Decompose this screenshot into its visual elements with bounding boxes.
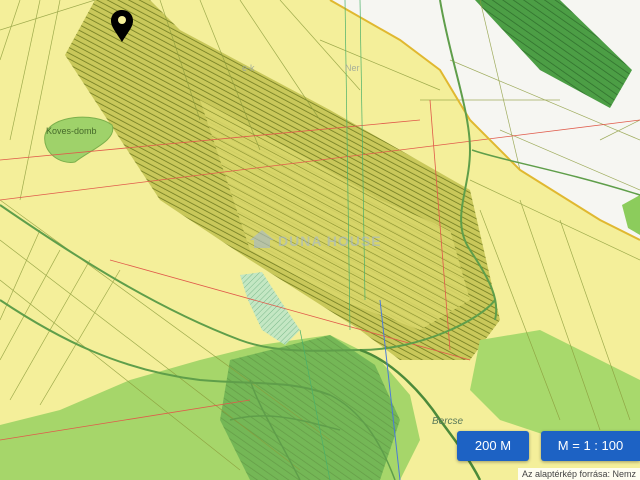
map-text-ek: e-k: [242, 63, 255, 73]
place-label-bercse: Bercse: [432, 416, 464, 427]
scale-ratio-button[interactable]: M = 1 : 100: [541, 431, 640, 461]
map-attribution: Az alaptérkép forrása: Nemz: [517, 468, 640, 480]
watermark-text: DUNA HOUSE: [278, 233, 382, 249]
place-label-koves-domb: Koves-domb: [46, 126, 97, 136]
cadastral-map[interactable]: Koves-domb Bercse e-k Ner DUNA HOUSE: [0, 0, 640, 480]
map-text-ner: Ner: [345, 63, 360, 73]
scale-bar-button[interactable]: 200 M: [457, 431, 529, 461]
